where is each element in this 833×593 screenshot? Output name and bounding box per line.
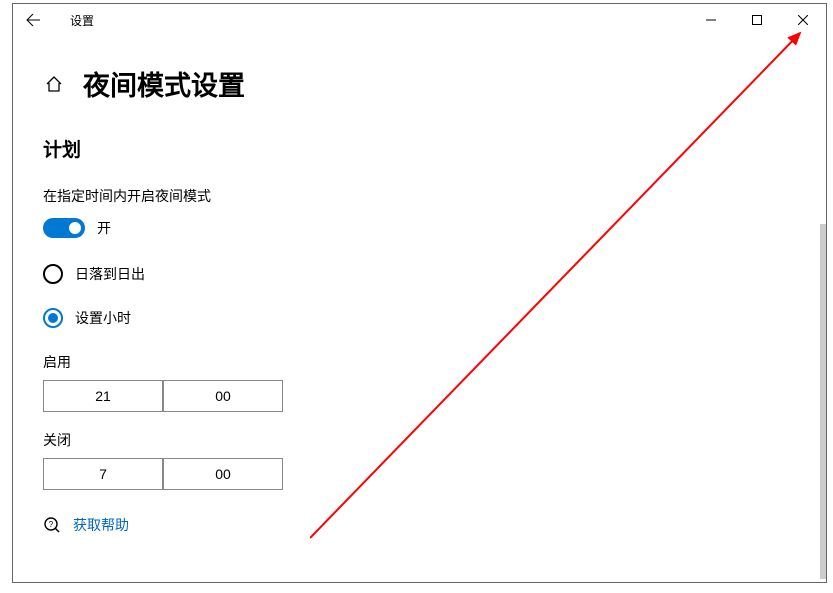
turn-on-time-row: 21 00 xyxy=(43,380,796,412)
radio-set-hours[interactable]: 设置小时 xyxy=(43,308,796,328)
content-area: 夜间模式设置 计划 在指定时间内开启夜间模式 开 日落到日出 设置小时 启用 2… xyxy=(13,36,826,535)
get-help-link[interactable]: 获取帮助 xyxy=(73,515,129,535)
close-icon xyxy=(798,15,808,25)
help-row: ? 获取帮助 xyxy=(43,515,796,535)
window-title: 设置 xyxy=(70,12,94,29)
turn-on-hour-select[interactable]: 21 xyxy=(43,380,163,412)
radio-label-hours: 设置小时 xyxy=(75,308,131,328)
turn-off-hour-select[interactable]: 7 xyxy=(43,458,163,490)
page-title: 夜间模式设置 xyxy=(83,64,245,103)
back-button[interactable] xyxy=(13,4,53,36)
close-button[interactable] xyxy=(780,4,826,36)
schedule-toggle-description: 在指定时间内开启夜间模式 xyxy=(43,186,796,206)
radio-dot xyxy=(48,313,58,323)
schedule-toggle[interactable] xyxy=(43,218,85,238)
titlebar: 设置 xyxy=(13,4,826,36)
back-arrow-icon xyxy=(25,12,41,28)
radio-circle-unselected xyxy=(43,264,63,284)
toggle-thumb xyxy=(69,222,81,234)
turn-on-label: 启用 xyxy=(43,352,796,372)
radio-sunset-to-sunrise[interactable]: 日落到日出 xyxy=(43,264,796,284)
schedule-heading: 计划 xyxy=(43,135,796,162)
maximize-button[interactable] xyxy=(734,4,780,36)
toggle-state-label: 开 xyxy=(97,218,111,238)
titlebar-left: 设置 xyxy=(13,4,94,36)
window-controls xyxy=(688,4,826,36)
minimize-button[interactable] xyxy=(688,4,734,36)
maximize-icon xyxy=(752,15,762,25)
turn-on-minute-select[interactable]: 00 xyxy=(163,380,283,412)
radio-label-sunset: 日落到日出 xyxy=(75,264,145,284)
radio-circle-selected xyxy=(43,308,63,328)
help-icon: ? xyxy=(43,516,61,534)
scrollbar[interactable] xyxy=(820,224,826,579)
help-icon-wrap: ? xyxy=(43,516,61,534)
turn-off-label: 关闭 xyxy=(43,430,796,450)
minimize-icon xyxy=(706,15,716,25)
page-title-row: 夜间模式设置 xyxy=(43,64,796,103)
svg-text:?: ? xyxy=(49,520,54,529)
turn-off-minute-select[interactable]: 00 xyxy=(163,458,283,490)
settings-window: 设置 夜间模式设置 计划 在指定时间内开启夜间模式 xyxy=(12,3,827,583)
home-button[interactable] xyxy=(43,73,65,95)
schedule-toggle-row: 开 xyxy=(43,218,796,238)
turn-off-time-row: 7 00 xyxy=(43,458,796,490)
home-icon xyxy=(45,75,63,93)
